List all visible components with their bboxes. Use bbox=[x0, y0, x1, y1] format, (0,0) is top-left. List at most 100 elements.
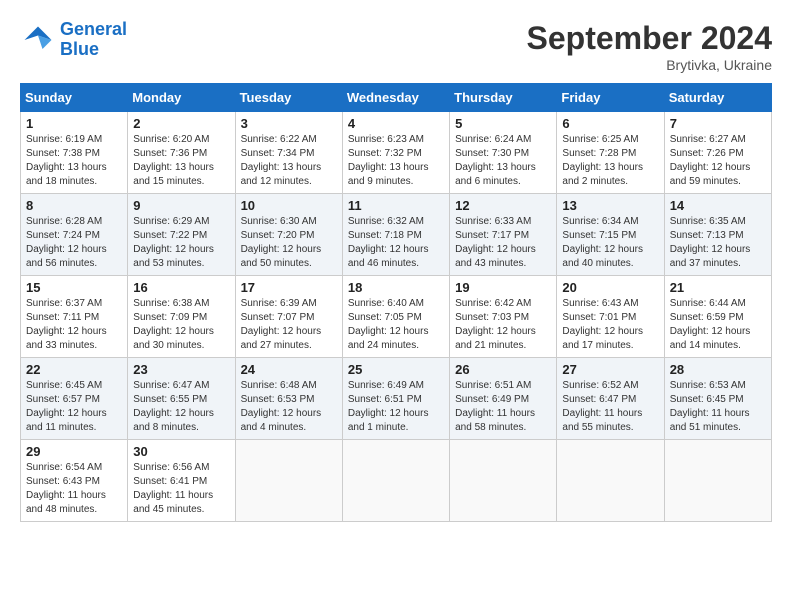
calendar-day-header: Friday bbox=[557, 84, 664, 112]
day-info: Sunrise: 6:52 AM Sunset: 6:47 PM Dayligh… bbox=[562, 379, 658, 435]
calendar-header-row: SundayMondayTuesdayWednesdayThursdayFrid… bbox=[21, 84, 772, 112]
day-number: 25 bbox=[348, 362, 444, 377]
calendar-day-cell: 14Sunrise: 6:35 AM Sunset: 7:13 PM Dayli… bbox=[664, 194, 771, 276]
calendar-table: SundayMondayTuesdayWednesdayThursdayFrid… bbox=[20, 83, 772, 522]
day-number: 16 bbox=[133, 280, 229, 295]
day-info: Sunrise: 6:51 AM Sunset: 6:49 PM Dayligh… bbox=[455, 379, 551, 435]
day-number: 26 bbox=[455, 362, 551, 377]
calendar-day-cell: 23 Sunrise: 6:47 AM Sunset: 6:55 PM Dayli… bbox=[128, 358, 235, 440]
day-number: 20 bbox=[562, 280, 658, 295]
calendar-day-cell: 20 Sunrise: 6:43 AM Sunset: 7:01 PM Dayli… bbox=[557, 276, 664, 358]
calendar-week-row: 29 Sunrise: 6:54 AM Sunset: 6:43 PM Dayli… bbox=[21, 440, 772, 522]
day-number: 7 bbox=[670, 116, 766, 131]
calendar-day-header: Thursday bbox=[450, 84, 557, 112]
day-info: Sunrise: 6:42 AM Sunset: 7:03 PM Dayligh… bbox=[455, 297, 551, 353]
day-info: Sunrise: 6:22 AM Sunset: 7:34 PM Dayligh… bbox=[241, 133, 337, 189]
calendar-header: SundayMondayTuesdayWednesdayThursdayFrid… bbox=[21, 84, 772, 112]
day-info: Sunrise: 6:29 AM Sunset: 7:22 PM Dayligh… bbox=[133, 215, 229, 271]
calendar-day-cell: 4 Sunrise: 6:23 AM Sunset: 7:32 PM Daylig… bbox=[342, 112, 449, 194]
day-info: Sunrise: 6:38 AM Sunset: 7:09 PM Dayligh… bbox=[133, 297, 229, 353]
calendar-day-cell: 30 Sunrise: 6:56 AM Sunset: 6:41 PM Dayli… bbox=[128, 440, 235, 522]
day-number: 1 bbox=[26, 116, 122, 131]
day-info: Sunrise: 6:45 AM Sunset: 6:57 PM Dayligh… bbox=[26, 379, 122, 435]
calendar-day-cell: 17 Sunrise: 6:39 AM Sunset: 7:07 PM Dayli… bbox=[235, 276, 342, 358]
calendar-day-cell: 22Sunrise: 6:45 AM Sunset: 6:57 PM Dayli… bbox=[21, 358, 128, 440]
day-number: 23 bbox=[133, 362, 229, 377]
calendar-day-cell: 24Sunrise: 6:48 AM Sunset: 6:53 PM Dayli… bbox=[235, 358, 342, 440]
calendar-day-cell: 19 Sunrise: 6:42 AM Sunset: 7:03 PM Dayli… bbox=[450, 276, 557, 358]
day-number: 2 bbox=[133, 116, 229, 131]
day-number: 30 bbox=[133, 444, 229, 459]
calendar-day-cell bbox=[235, 440, 342, 522]
day-info: Sunrise: 6:34 AM Sunset: 7:15 PM Dayligh… bbox=[562, 215, 658, 271]
calendar-body: 1 Sunrise: 6:19 AM Sunset: 7:38 PM Daylig… bbox=[21, 112, 772, 522]
calendar-day-cell: 27Sunrise: 6:52 AM Sunset: 6:47 PM Dayli… bbox=[557, 358, 664, 440]
calendar-day-cell: 9 Sunrise: 6:29 AM Sunset: 7:22 PM Daylig… bbox=[128, 194, 235, 276]
day-number: 18 bbox=[348, 280, 444, 295]
calendar-day-header: Sunday bbox=[21, 84, 128, 112]
day-info: Sunrise: 6:44 AM Sunset: 6:59 PM Dayligh… bbox=[670, 297, 766, 353]
day-number: 24 bbox=[241, 362, 337, 377]
calendar-day-cell: 15 Sunrise: 6:37 AM Sunset: 7:11 PM Dayli… bbox=[21, 276, 128, 358]
page-header: General Blue September 2024 Brytivka, Uk… bbox=[20, 20, 772, 73]
day-number: 9 bbox=[133, 198, 229, 213]
day-number: 21 bbox=[670, 280, 766, 295]
calendar-day-cell: 10 Sunrise: 6:30 AM Sunset: 7:20 PM Dayli… bbox=[235, 194, 342, 276]
day-info: Sunrise: 6:19 AM Sunset: 7:38 PM Dayligh… bbox=[26, 133, 122, 189]
day-number: 17 bbox=[241, 280, 337, 295]
day-info: Sunrise: 6:20 AM Sunset: 7:36 PM Dayligh… bbox=[133, 133, 229, 189]
day-info: Sunrise: 6:40 AM Sunset: 7:05 PM Dayligh… bbox=[348, 297, 444, 353]
calendar-day-header: Tuesday bbox=[235, 84, 342, 112]
day-number: 3 bbox=[241, 116, 337, 131]
day-info: Sunrise: 6:43 AM Sunset: 7:01 PM Dayligh… bbox=[562, 297, 658, 353]
month-title: September 2024 bbox=[527, 20, 772, 57]
day-info: Sunrise: 6:27 AM Sunset: 7:26 PM Dayligh… bbox=[670, 133, 766, 189]
logo-line2: Blue bbox=[60, 39, 99, 59]
day-info: Sunrise: 6:49 AM Sunset: 6:51 PM Dayligh… bbox=[348, 379, 444, 435]
day-info: Sunrise: 6:54 AM Sunset: 6:43 PM Dayligh… bbox=[26, 461, 122, 517]
day-number: 15 bbox=[26, 280, 122, 295]
title-block: September 2024 Brytivka, Ukraine bbox=[527, 20, 772, 73]
day-info: Sunrise: 6:25 AM Sunset: 7:28 PM Dayligh… bbox=[562, 133, 658, 189]
day-number: 29 bbox=[26, 444, 122, 459]
day-number: 6 bbox=[562, 116, 658, 131]
logo: General Blue bbox=[20, 20, 127, 60]
calendar-day-cell: 25 Sunrise: 6:49 AM Sunset: 6:51 PM Dayli… bbox=[342, 358, 449, 440]
calendar-day-cell: 1 Sunrise: 6:19 AM Sunset: 7:38 PM Daylig… bbox=[21, 112, 128, 194]
calendar-day-cell bbox=[342, 440, 449, 522]
calendar-day-header: Monday bbox=[128, 84, 235, 112]
calendar-day-cell: 2 Sunrise: 6:20 AM Sunset: 7:36 PM Daylig… bbox=[128, 112, 235, 194]
logo-text: General Blue bbox=[60, 20, 127, 60]
day-number: 11 bbox=[348, 198, 444, 213]
calendar-week-row: 15 Sunrise: 6:37 AM Sunset: 7:11 PM Dayli… bbox=[21, 276, 772, 358]
calendar-day-header: Saturday bbox=[664, 84, 771, 112]
calendar-day-cell: 28Sunrise: 6:53 AM Sunset: 6:45 PM Dayli… bbox=[664, 358, 771, 440]
calendar-day-cell: 7 Sunrise: 6:27 AM Sunset: 7:26 PM Daylig… bbox=[664, 112, 771, 194]
calendar-day-cell: 6 Sunrise: 6:25 AM Sunset: 7:28 PM Daylig… bbox=[557, 112, 664, 194]
day-info: Sunrise: 6:56 AM Sunset: 6:41 PM Dayligh… bbox=[133, 461, 229, 517]
calendar-day-cell: 29 Sunrise: 6:54 AM Sunset: 6:43 PM Dayli… bbox=[21, 440, 128, 522]
calendar-week-row: 8Sunrise: 6:28 AM Sunset: 7:24 PM Daylig… bbox=[21, 194, 772, 276]
day-number: 8 bbox=[26, 198, 122, 213]
day-number: 28 bbox=[670, 362, 766, 377]
day-number: 14 bbox=[670, 198, 766, 213]
day-info: Sunrise: 6:39 AM Sunset: 7:07 PM Dayligh… bbox=[241, 297, 337, 353]
day-info: Sunrise: 6:30 AM Sunset: 7:20 PM Dayligh… bbox=[241, 215, 337, 271]
day-number: 10 bbox=[241, 198, 337, 213]
calendar-day-cell: 16 Sunrise: 6:38 AM Sunset: 7:09 PM Dayli… bbox=[128, 276, 235, 358]
day-info: Sunrise: 6:23 AM Sunset: 7:32 PM Dayligh… bbox=[348, 133, 444, 189]
calendar-day-header: Wednesday bbox=[342, 84, 449, 112]
logo-icon bbox=[20, 22, 56, 58]
location: Brytivka, Ukraine bbox=[527, 57, 772, 73]
calendar-day-cell: 12Sunrise: 6:33 AM Sunset: 7:17 PM Dayli… bbox=[450, 194, 557, 276]
calendar-day-cell: 8Sunrise: 6:28 AM Sunset: 7:24 PM Daylig… bbox=[21, 194, 128, 276]
logo-line1: General bbox=[60, 19, 127, 39]
day-info: Sunrise: 6:47 AM Sunset: 6:55 PM Dayligh… bbox=[133, 379, 229, 435]
calendar-day-cell bbox=[557, 440, 664, 522]
day-number: 19 bbox=[455, 280, 551, 295]
calendar-day-cell: 3 Sunrise: 6:22 AM Sunset: 7:34 PM Daylig… bbox=[235, 112, 342, 194]
calendar-week-row: 22Sunrise: 6:45 AM Sunset: 6:57 PM Dayli… bbox=[21, 358, 772, 440]
day-info: Sunrise: 6:37 AM Sunset: 7:11 PM Dayligh… bbox=[26, 297, 122, 353]
day-number: 4 bbox=[348, 116, 444, 131]
day-info: Sunrise: 6:32 AM Sunset: 7:18 PM Dayligh… bbox=[348, 215, 444, 271]
